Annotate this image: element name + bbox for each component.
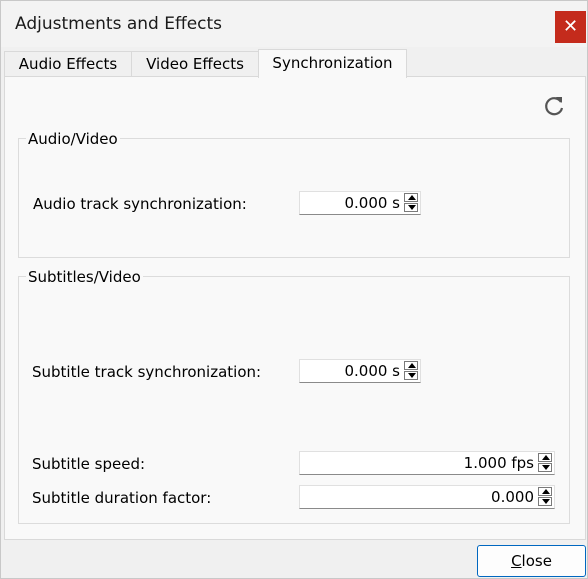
subtitle-sync-value[interactable]: 0.000 s — [344, 362, 400, 380]
spin-down-icon[interactable] — [538, 497, 552, 506]
title-bar: Adjustments and Effects ✕ — [1, 1, 587, 47]
window-close-icon[interactable]: ✕ — [555, 11, 586, 43]
audio-sync-stepper[interactable] — [403, 193, 419, 213]
audio-sync-spinbox[interactable]: 0.000 s — [299, 191, 421, 215]
subtitle-duration-spinbox[interactable]: 0.000 — [299, 485, 555, 509]
close-button-label: lose — [521, 552, 552, 570]
subtitle-sync-stepper[interactable] — [403, 361, 419, 381]
subtitle-duration-value[interactable]: 0.000 — [491, 488, 534, 506]
tab-synchronization[interactable]: Synchronization — [258, 49, 407, 78]
audio-sync-label: Audio track synchronization: — [33, 195, 247, 213]
adjustments-window: Adjustments and Effects ✕ Audio Effects … — [0, 0, 588, 579]
subtitle-speed-spinbox[interactable]: 1.000 fps — [299, 451, 555, 475]
close-button-mnemonic: C — [511, 552, 522, 570]
spin-up-icon[interactable] — [538, 487, 552, 496]
audio-sync-value[interactable]: 0.000 s — [344, 194, 400, 212]
subtitle-duration-stepper[interactable] — [537, 487, 553, 507]
subtitle-speed-value[interactable]: 1.000 fps — [464, 454, 534, 472]
subtitle-duration-label: Subtitle duration factor: — [32, 489, 212, 507]
tab-audio-effects[interactable]: Audio Effects — [4, 51, 132, 77]
window-title: Adjustments and Effects — [15, 14, 223, 34]
subtitle-sync-label: Subtitle track synchronization: — [32, 363, 262, 381]
subtitle-speed-label: Subtitle speed: — [32, 455, 146, 473]
refresh-icon[interactable] — [541, 93, 567, 119]
spin-up-icon[interactable] — [538, 453, 552, 462]
spin-down-icon[interactable] — [404, 203, 418, 212]
tab-bar: Audio Effects Video Effects Synchronizat… — [1, 49, 587, 78]
spin-down-icon[interactable] — [538, 463, 552, 472]
subtitle-speed-stepper[interactable] — [537, 453, 553, 473]
spin-down-icon[interactable] — [404, 371, 418, 380]
audio-video-group-title: Audio/Video — [26, 130, 120, 148]
spin-up-icon[interactable] — [404, 193, 418, 202]
subtitles-video-group-title: Subtitles/Video — [26, 268, 143, 286]
subtitle-sync-spinbox[interactable]: 0.000 s — [299, 359, 421, 383]
tab-video-effects[interactable]: Video Effects — [131, 51, 259, 77]
close-button[interactable]: Close — [477, 545, 586, 577]
spin-up-icon[interactable] — [404, 361, 418, 370]
